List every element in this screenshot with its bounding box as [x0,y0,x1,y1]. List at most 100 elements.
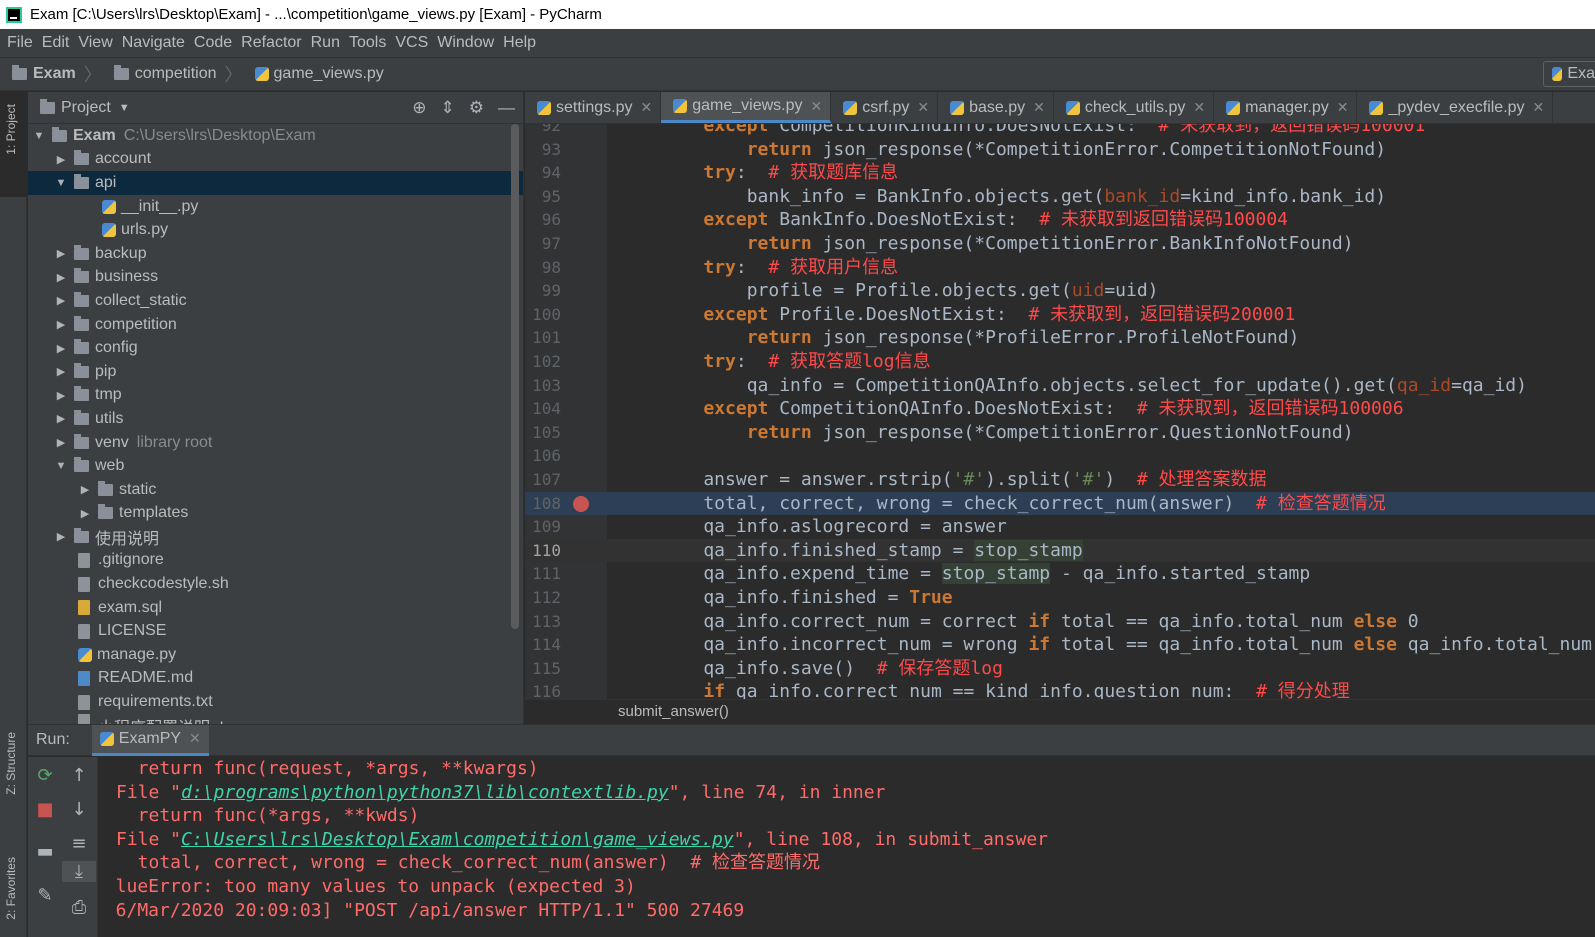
project-scrollbar[interactable] [511,124,519,629]
tree-item[interactable]: ▶ venv library root [28,431,523,455]
menu-run[interactable]: Run [311,34,342,52]
code-line[interactable]: 104 except CompetitionQAInfo.DoesNotExis… [525,397,1595,421]
expand-arrow-icon[interactable]: ▼ [54,460,68,472]
code-line[interactable]: 95 bank_info = BankInfo.objects.get(bank… [525,185,1595,209]
code-line[interactable]: 98 try: # 获取用户信息 [525,256,1595,280]
code-line[interactable]: 99 profile = Profile.objects.get(uid=uid… [525,279,1595,303]
breadcrumb-folder[interactable]: competition [113,65,217,83]
menu-vcs[interactable]: VCS [395,34,430,52]
menu-tools[interactable]: Tools [349,34,388,52]
collapsed-arrow-icon[interactable]: ▶ [54,530,68,543]
tree-item[interactable]: __init__.py [28,195,523,219]
tree-item[interactable]: .gitignore [28,549,523,573]
expand-arrow-icon[interactable]: ▼ [32,130,46,142]
code-line[interactable]: 103 qa_info = CompetitionQAInfo.objects.… [525,374,1595,398]
tree-item[interactable]: checkcodestyle.sh [28,572,523,596]
collapsed-arrow-icon[interactable]: ▶ [54,436,68,449]
tree-item[interactable]: ▶ competition [28,313,523,337]
arrow-up-icon[interactable]: ↑ [62,765,96,786]
locate-icon[interactable]: ⊕ [412,98,426,118]
run-config-button[interactable]: Exa [1543,61,1595,87]
code-line[interactable]: 113 qa_info.correct_num = correct if tot… [525,610,1595,634]
tree-item[interactable]: requirements.txt [28,690,523,714]
tree-item[interactable]: ▶ business [28,266,523,290]
tree-item[interactable]: README.md [28,667,523,691]
soft-wrap-icon[interactable]: ≡ [62,833,96,854]
breadcrumb-file[interactable]: game_views.py [254,65,384,83]
code-line[interactable]: 96 except BankInfo.DoesNotExist: # 未获取到返… [525,208,1595,232]
tree-item[interactable]: ▶ utils [28,407,523,431]
gear-icon[interactable]: ⚙ [469,98,484,118]
tree-item[interactable]: ▼ Exam C:\Users\lrs\Desktop\Exam [28,124,523,148]
tab-csrf-py[interactable]: csrf.py ✕ [831,92,939,123]
collapsed-arrow-icon[interactable]: ▶ [54,389,68,402]
tree-item[interactable]: ▶ tmp [28,384,523,408]
tab-manager-py[interactable]: manager.py ✕ [1214,92,1358,123]
collapse-all-icon[interactable]: ⇕ [441,98,455,118]
tab-check-utils-py[interactable]: check_utils.py ✕ [1054,92,1215,123]
code-view[interactable]: 92 except CompetitionKindInfo.DoesNotExi… [525,124,1595,699]
code-line[interactable]: 114 qa_info.incorrect_num = wrong if tot… [525,633,1595,657]
code-line[interactable]: 116 if qa_info.correct_num == kind_info.… [525,680,1595,699]
stop-icon[interactable]: ■ [28,799,62,820]
menu-view[interactable]: View [78,34,114,52]
project-panel-title[interactable]: Project [61,99,111,117]
menu-code[interactable]: Code [194,34,234,52]
collapsed-arrow-icon[interactable]: ▶ [54,342,68,355]
close-icon[interactable]: ✕ [1033,99,1045,116]
code-line[interactable]: 115 qa_info.save() # 保存答题log [525,657,1595,681]
tree-item[interactable]: ▶ collect_static [28,289,523,313]
console-output[interactable]: return func(request, *args, **kwargs) Fi… [116,757,1586,937]
tree-item[interactable]: ▶ pip [28,360,523,384]
print-icon[interactable]: ⎙ [62,897,96,918]
menu-help[interactable]: Help [503,34,538,52]
tab-settings-py[interactable]: settings.py ✕ [525,92,662,123]
close-icon[interactable]: ✕ [811,98,823,115]
editor-breadcrumb[interactable]: submit_answer() [525,699,1595,724]
code-line[interactable]: 111 qa_info.expend_time = stop_stamp - q… [525,562,1595,586]
collapsed-arrow-icon[interactable]: ▶ [78,483,92,496]
close-icon[interactable]: ✕ [189,730,201,747]
code-line[interactable]: 100 except Profile.DoesNotExist: # 未获取到，… [525,303,1595,327]
tree-item[interactable]: ▶ 使用说明 [28,525,523,549]
collapsed-arrow-icon[interactable]: ▶ [78,507,92,520]
code-line[interactable]: 108 total, correct, wrong = check_correc… [525,491,1595,516]
project-tool-tab[interactable]: 1: Project [4,104,18,155]
close-icon[interactable]: ✕ [1337,99,1349,116]
arrow-down-icon[interactable]: ↓ [62,799,96,820]
scroll-to-end-icon[interactable]: ⤓ [62,861,96,882]
collapsed-arrow-icon[interactable]: ▶ [54,412,68,425]
tab-base-py[interactable]: base.py ✕ [938,92,1054,123]
collapsed-arrow-icon[interactable]: ▶ [54,153,68,166]
file-link[interactable]: d:\programs\python\python37\lib\contextl… [181,782,669,803]
rerun-icon[interactable]: ⟳ [28,765,62,786]
tab-pydev-execfile-py[interactable]: _pydev_execfile.py ✕ [1357,92,1554,123]
code-line[interactable]: 112 qa_info.finished = True [525,586,1595,610]
tree-item[interactable]: ▶ static [28,478,523,502]
tree-item[interactable]: ▶ templates [28,502,523,526]
code-line[interactable]: 105 return json_response(*CompetitionErr… [525,421,1595,445]
code-line[interactable]: 106 [525,444,1595,468]
tree-item[interactable]: urls.py [28,218,523,242]
breadcrumb-project[interactable]: Exam [12,65,76,83]
code-line[interactable]: 110 qa_info.finished_stamp = stop_stamp [525,538,1595,563]
run-tab-exampy[interactable]: ExamPY ✕ [91,724,209,756]
collapsed-arrow-icon[interactable]: ▶ [54,365,68,378]
layout-icon[interactable]: ▬ [28,841,62,862]
close-icon[interactable]: ✕ [1193,99,1205,116]
code-line[interactable]: 93 return json_response(*CompetitionErro… [525,138,1595,162]
close-icon[interactable]: ✕ [1533,99,1545,116]
tab-game-views-py[interactable]: game_views.py ✕ [661,92,832,123]
chevron-down-icon[interactable]: ▼ [119,102,130,114]
close-icon[interactable]: ✕ [917,99,929,116]
expand-arrow-icon[interactable]: ▼ [54,177,68,189]
menu-window[interactable]: Window [437,34,496,52]
code-line[interactable]: 97 return json_response(*CompetitionErro… [525,232,1595,256]
code-line[interactable]: 92 except CompetitionKindInfo.DoesNotExi… [525,124,1595,138]
tree-item[interactable]: LICENSE [28,619,523,643]
pin-icon[interactable]: ✎ [28,885,62,906]
collapsed-arrow-icon[interactable]: ▶ [54,318,68,331]
tree-item[interactable]: ▼ web [28,454,523,478]
tree-item-selected[interactable]: ▼ api [28,171,523,195]
favorites-tool-tab[interactable]: 2: Favorites [4,857,18,920]
